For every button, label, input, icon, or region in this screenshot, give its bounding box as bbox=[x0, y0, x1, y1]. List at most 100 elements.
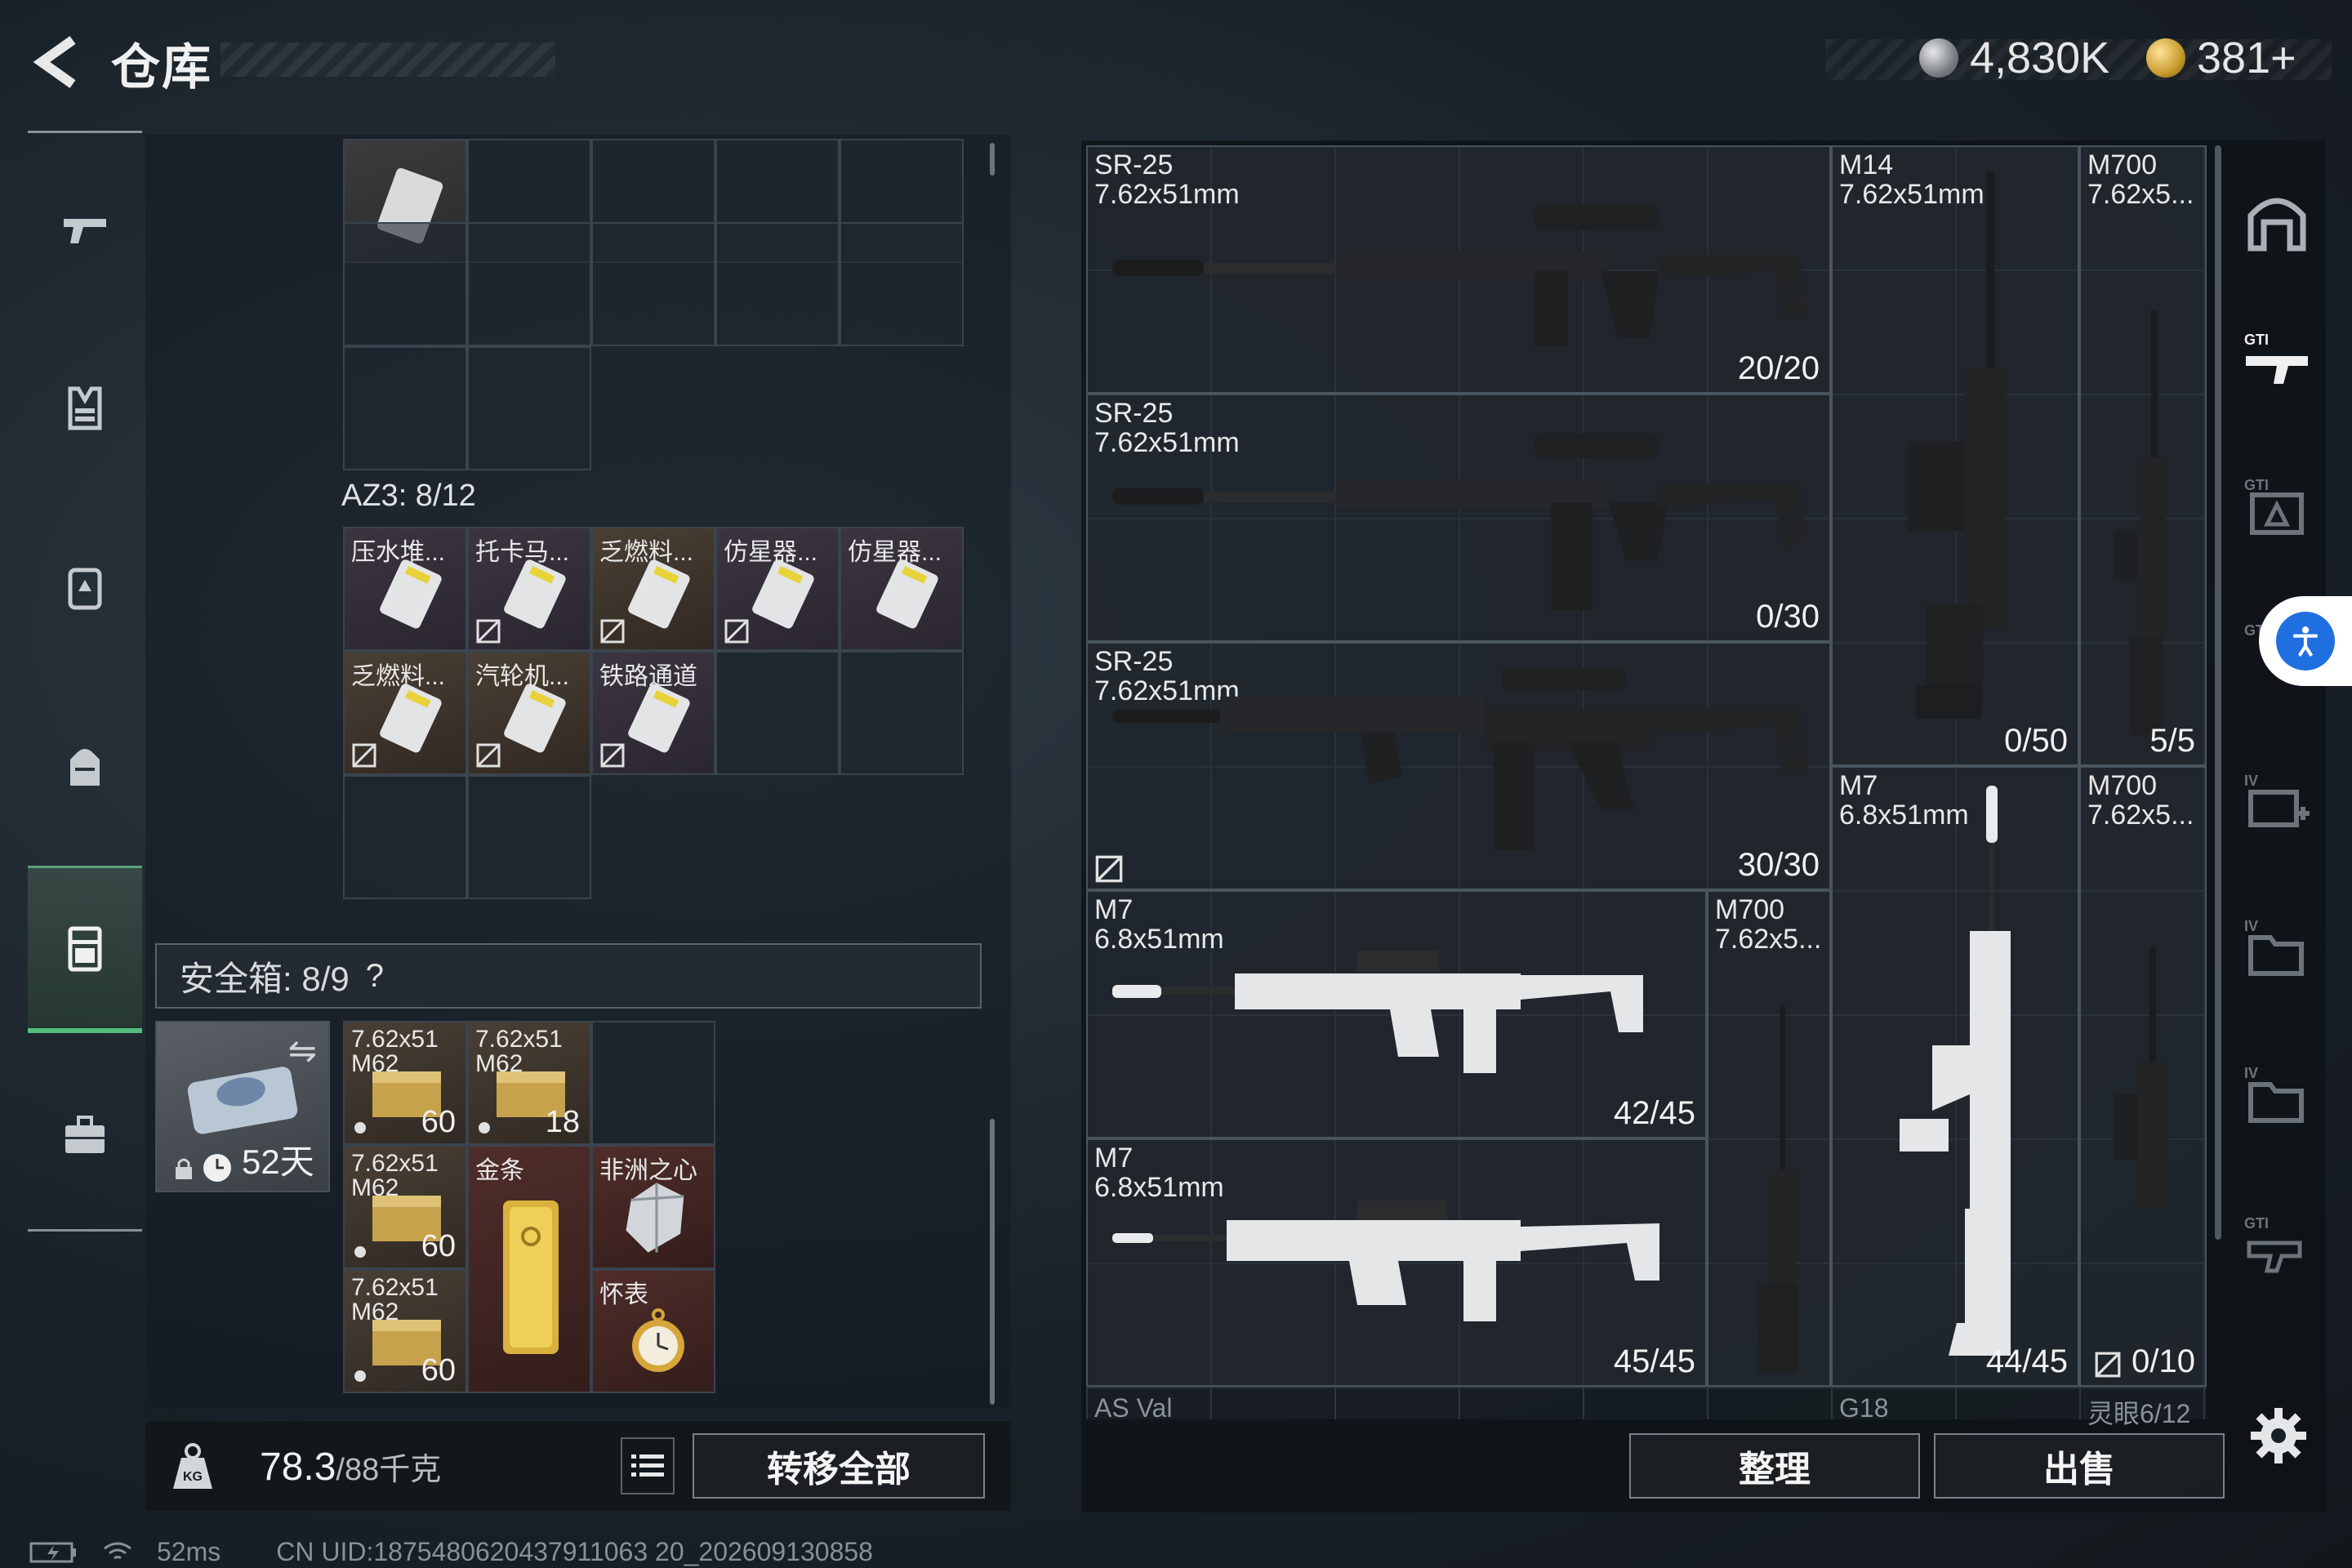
storage-cell[interactable] bbox=[715, 222, 840, 346]
back-button[interactable] bbox=[24, 29, 90, 95]
weapon-slot-m700[interactable]: M700 7.62x5... bbox=[1707, 890, 1831, 1387]
weapon-slot-m7[interactable]: M7 6.8x51mm 44/45 bbox=[1831, 766, 2079, 1387]
weapon-ammo-count: 0/10 bbox=[2132, 1343, 2195, 1379]
nav-storage[interactable] bbox=[28, 866, 142, 1033]
sort-button[interactable]: 整理 bbox=[1629, 1433, 1920, 1499]
safe-ammo-item[interactable]: 7.62x51 M62 60 bbox=[343, 1269, 467, 1393]
svg-text:IV: IV bbox=[2244, 1065, 2258, 1081]
filter-firearms[interactable]: GTI bbox=[2236, 320, 2318, 402]
az3-empty-cell[interactable] bbox=[840, 651, 964, 775]
silver-coin-icon bbox=[1919, 38, 1958, 78]
weapon-slot-sr25[interactable]: SR-25 7.62x51mm 0/30 bbox=[1086, 394, 1831, 642]
folder-filter-icon: IV bbox=[2244, 918, 2304, 976]
m14-rifle-icon bbox=[1908, 172, 2006, 719]
status-dot bbox=[354, 1246, 366, 1258]
nav-armor[interactable] bbox=[28, 327, 142, 490]
safe-ammo-item[interactable]: 7.62x51 M62 18 bbox=[467, 1021, 591, 1145]
unlinked-icon bbox=[352, 743, 376, 768]
nav-chest-rig[interactable] bbox=[28, 506, 142, 670]
az3-empty-cell[interactable] bbox=[343, 775, 467, 899]
sell-button[interactable]: 出售 bbox=[1934, 1433, 2225, 1499]
nav-case[interactable] bbox=[28, 1054, 142, 1217]
az3-item[interactable]: 铁路通道 bbox=[591, 651, 715, 775]
safe-diamond-item[interactable]: 非洲之心 bbox=[591, 1145, 715, 1269]
currency-silver[interactable]: 4,830K bbox=[1919, 29, 2109, 87]
nav-weapons[interactable] bbox=[28, 147, 142, 310]
safe-ammo-item[interactable]: 7.62x51 M62 60 bbox=[343, 1145, 467, 1269]
rifle-filter-icon: GTI bbox=[2244, 332, 2308, 384]
safe-empty-cell[interactable] bbox=[591, 1021, 715, 1145]
storage-cell[interactable] bbox=[467, 346, 591, 470]
safe-ammo-item[interactable]: 7.62x51 M62 60 bbox=[343, 1021, 467, 1145]
keycard-icon bbox=[628, 684, 690, 753]
az3-item[interactable]: 乏燃料... bbox=[343, 651, 467, 775]
battery-icon bbox=[29, 1542, 76, 1562]
unlinked-icon bbox=[2095, 1352, 2121, 1378]
az3-item[interactable]: 汽轮机... bbox=[467, 651, 591, 775]
weapon-slot-m700[interactable]: M700 7.62x5... 5/5 bbox=[2079, 145, 2207, 766]
filter-medical[interactable]: IV bbox=[2236, 761, 2318, 843]
storage-cell[interactable] bbox=[467, 222, 591, 346]
help-icon[interactable]: ? bbox=[366, 958, 384, 995]
svg-text:KG: KG bbox=[183, 1470, 203, 1484]
uid-text: CN UID:1875480620437911063 20_2026091308… bbox=[276, 1537, 873, 1566]
left-scrollbar[interactable] bbox=[990, 1119, 995, 1405]
filter-misc[interactable]: GTI bbox=[2236, 1204, 2318, 1285]
az3-item[interactable]: 托卡马... bbox=[467, 527, 591, 651]
weapon-ammo-count: 20/20 bbox=[1737, 350, 1820, 386]
filter-all[interactable] bbox=[2236, 180, 2318, 261]
keycard-icon bbox=[876, 559, 938, 629]
storage-cell[interactable] bbox=[343, 346, 467, 470]
settings-gear-icon[interactable] bbox=[2247, 1405, 2310, 1467]
az3-label: AZ3: 8/12 bbox=[341, 479, 476, 513]
safe-gold-bar-item[interactable]: 金条 bbox=[467, 1145, 591, 1393]
storage-cell[interactable] bbox=[591, 222, 715, 346]
currency-gold[interactable]: 381+ bbox=[2146, 29, 2296, 87]
misc-filter-icon: GTI bbox=[2244, 1215, 2302, 1273]
az3-item[interactable]: 乏燃料... bbox=[591, 527, 715, 651]
svg-text:GTI: GTI bbox=[2244, 1215, 2269, 1232]
az3-empty-cell[interactable] bbox=[715, 651, 840, 775]
storage-cell[interactable] bbox=[343, 222, 467, 346]
weapon-slot-m14[interactable]: M14 7.62x51mm 0/50 bbox=[1831, 145, 2079, 766]
title-decoration bbox=[220, 42, 555, 77]
nav-backpack[interactable] bbox=[28, 686, 142, 849]
diamond-icon bbox=[626, 1183, 684, 1253]
az3-item[interactable]: 仿星器... bbox=[840, 527, 964, 651]
az3-item[interactable]: 仿星器... bbox=[715, 527, 840, 651]
list-view-button[interactable] bbox=[621, 1437, 675, 1494]
lock-icon bbox=[176, 1158, 192, 1179]
status-dot bbox=[479, 1122, 490, 1134]
m7-rifle-icon bbox=[1900, 786, 2011, 1356]
weapon-slot-sr25[interactable]: SR-25 7.62x51mm 30/30 bbox=[1086, 642, 1831, 890]
nav-divider-bottom bbox=[28, 1229, 142, 1232]
weapon-slot-m700[interactable]: M700 7.62x5... 0/10 bbox=[2079, 766, 2207, 1387]
accessibility-button[interactable] bbox=[2259, 596, 2352, 686]
keycard-icon bbox=[504, 559, 566, 629]
unlinked-icon bbox=[600, 619, 625, 644]
back-arrow-icon bbox=[33, 36, 76, 88]
gold-coin-icon bbox=[2146, 38, 2185, 78]
safe-pocket-watch-item[interactable]: 怀表 bbox=[591, 1269, 715, 1393]
weapon-slot-m7[interactable]: M7 6.8x51mm 45/45 bbox=[1086, 1138, 1707, 1387]
storage-cell[interactable] bbox=[840, 222, 964, 346]
sr25-rifle-icon bbox=[1112, 433, 1808, 611]
status-dot bbox=[354, 1370, 366, 1382]
chest-rig-icon bbox=[68, 568, 102, 610]
armor-vest-icon bbox=[68, 386, 102, 430]
az3-empty-cell[interactable] bbox=[467, 775, 591, 899]
left-scroll-thumb-top[interactable] bbox=[990, 143, 995, 176]
weapon-slot-m7[interactable]: M7 6.8x51mm 42/45 bbox=[1086, 890, 1707, 1138]
weapon-slot-sr25[interactable]: SR-25 7.62x51mm 20/20 bbox=[1086, 145, 1831, 394]
stash-scrollbar[interactable] bbox=[2215, 145, 2221, 1240]
keycard-icon bbox=[380, 559, 442, 629]
filter-containers[interactable]: IV bbox=[2236, 906, 2318, 988]
transfer-all-button[interactable]: 转移全部 bbox=[693, 1433, 985, 1499]
filter-valuables[interactable]: IV bbox=[2236, 1054, 2318, 1135]
az3-item[interactable]: 压水堆... bbox=[343, 527, 467, 651]
safe-box-container[interactable]: ⇋ 52天 bbox=[155, 1021, 330, 1192]
svg-text:GTI: GTI bbox=[2244, 332, 2269, 348]
attachment-filter-icon: GTI bbox=[2244, 477, 2304, 535]
carry-weight-max: /88千克 bbox=[336, 1453, 442, 1487]
filter-attachments[interactable]: GTI bbox=[2236, 466, 2318, 547]
